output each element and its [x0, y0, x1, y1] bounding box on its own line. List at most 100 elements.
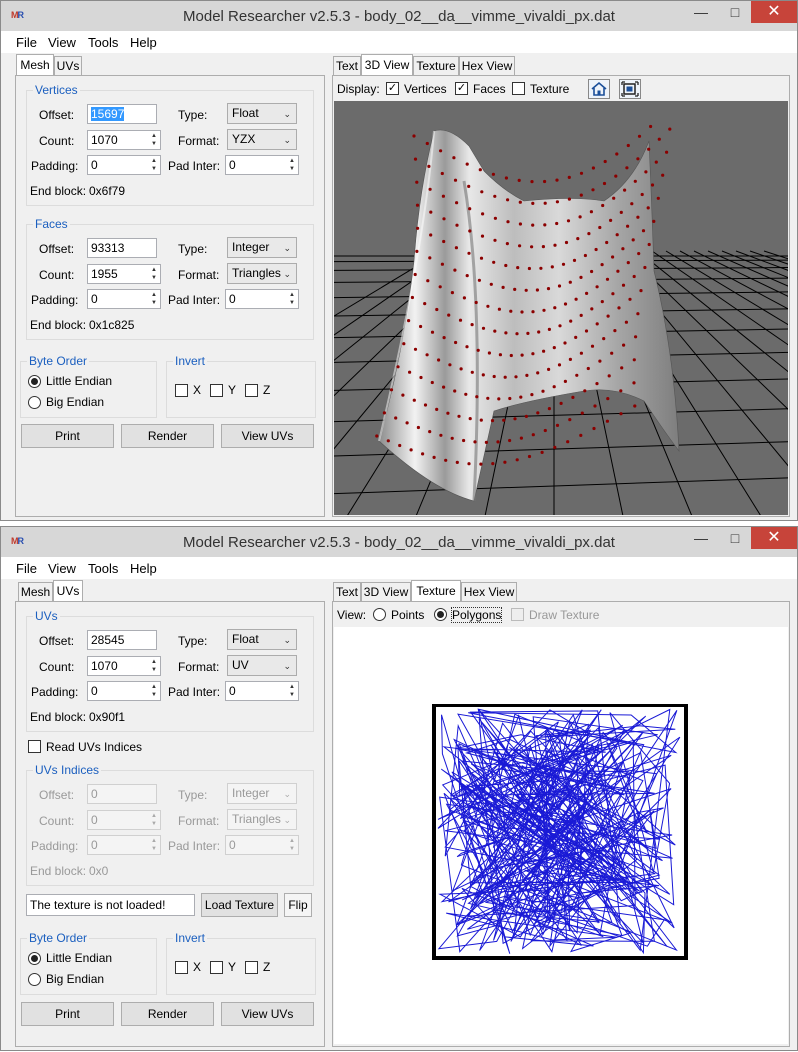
- view-uvs-button[interactable]: View UVs: [221, 424, 314, 448]
- home-icon[interactable]: [588, 79, 610, 99]
- big-endian-radio[interactable]: [28, 396, 41, 409]
- pad-inter-label: Pad Inter:: [168, 685, 221, 699]
- invert-x-checkbox[interactable]: [175, 384, 188, 397]
- uv-indices-padding-stepper[interactable]: 0 ▲ ▼: [87, 835, 161, 855]
- tab-uvs[interactable]: UVs: [54, 56, 82, 76]
- big-endian-radio[interactable]: [28, 973, 41, 986]
- uv-indices-pad-inter-stepper[interactable]: 0 ▲ ▼: [225, 835, 299, 855]
- spin-arrows-icon: ▲ ▼: [151, 133, 157, 147]
- show-vertices-checkbox[interactable]: ✓: [386, 82, 399, 95]
- vertices-pad-inter-stepper[interactable]: 0 ▲ ▼: [225, 155, 299, 175]
- points-label: Points: [391, 608, 425, 622]
- little-endian-radio[interactable]: [28, 952, 41, 965]
- tab-texture[interactable]: Texture: [411, 580, 461, 602]
- 3d-viewport[interactable]: [334, 101, 788, 515]
- tab-hex-view[interactable]: Hex View: [459, 56, 515, 76]
- uv-indices-label: UVs Indices: [33, 763, 102, 777]
- maximize-icon[interactable]: □: [719, 1, 751, 23]
- uv-indices-type-select[interactable]: Integer ⌄: [227, 783, 297, 804]
- vertices-format-select[interactable]: YZX ⌄: [227, 129, 297, 150]
- offset-label: Offset:: [39, 788, 75, 802]
- tab-mesh[interactable]: Mesh: [16, 54, 54, 76]
- faces-pad-inter-stepper[interactable]: 0 ▲ ▼: [225, 289, 299, 309]
- vertices-type-select[interactable]: Float ⌄: [227, 103, 297, 124]
- faces-count-stepper[interactable]: 1955 ▲ ▼: [87, 264, 161, 284]
- flip-button[interactable]: Flip: [284, 893, 312, 917]
- tab-uvs[interactable]: UVs: [53, 580, 83, 602]
- menu-view[interactable]: View: [48, 561, 76, 576]
- menu-tools[interactable]: Tools: [88, 561, 118, 576]
- tab-texture[interactable]: Texture: [413, 56, 459, 76]
- menu-bar: File View Tools Help: [1, 557, 797, 579]
- tab-3d-view[interactable]: 3D View: [361, 582, 411, 602]
- menu-help[interactable]: Help: [130, 561, 157, 576]
- polygons-radio[interactable]: [434, 608, 447, 621]
- invert-x-checkbox[interactable]: [175, 961, 188, 974]
- read-uvs-indices-checkbox[interactable]: [28, 740, 41, 753]
- show-faces-checkbox[interactable]: ✓: [455, 82, 468, 95]
- load-texture-button[interactable]: Load Texture: [201, 893, 278, 917]
- uv-canvas[interactable]: [334, 627, 788, 1044]
- uvs-padding-stepper[interactable]: 0 ▲ ▼: [87, 681, 161, 701]
- faces-type-select[interactable]: Integer ⌄: [227, 237, 297, 258]
- points-radio[interactable]: [373, 608, 386, 621]
- vertices-offset-input[interactable]: 15697: [87, 104, 157, 124]
- end-block-value: 0x0: [89, 864, 109, 878]
- print-button[interactable]: Print: [21, 424, 114, 448]
- maximize-icon[interactable]: □: [719, 527, 751, 549]
- spin-arrows-icon: ▲ ▼: [289, 292, 295, 306]
- window-title: Model Researcher v2.5.3 - body_02__da__v…: [183, 8, 615, 25]
- big-endian-label: Big Endian: [46, 972, 105, 986]
- tab-text[interactable]: Text: [333, 56, 361, 76]
- close-icon[interactable]: ✕: [751, 527, 797, 549]
- right-tabs: Text 3D View Texture Hex View: [333, 54, 533, 76]
- tab-mesh[interactable]: Mesh: [18, 582, 53, 602]
- uvs-format-select[interactable]: UV ⌄: [227, 655, 297, 676]
- uv-indices-offset-input[interactable]: 0: [87, 784, 157, 804]
- format-label: Format:: [178, 660, 220, 674]
- faces-padding-stepper[interactable]: 0 ▲ ▼: [87, 289, 161, 309]
- invert-y-checkbox[interactable]: [210, 961, 223, 974]
- menu-tools[interactable]: Tools: [88, 35, 118, 50]
- uvs-count-stepper[interactable]: 1070 ▲ ▼: [87, 656, 161, 676]
- minimize-icon[interactable]: —: [685, 527, 717, 549]
- print-button[interactable]: Print: [21, 1002, 114, 1026]
- menu-file[interactable]: File: [16, 35, 37, 50]
- fit-view-icon[interactable]: [619, 79, 641, 99]
- close-icon[interactable]: ✕: [751, 1, 797, 23]
- render-button[interactable]: Render: [121, 424, 214, 448]
- title-bar[interactable]: MR Model Researcher v2.5.3 - body_02__da…: [1, 1, 797, 31]
- faces-format-select[interactable]: Triangles ⌄: [227, 263, 297, 284]
- menu-file[interactable]: File: [16, 561, 37, 576]
- texture-status-field[interactable]: The texture is not loaded!: [26, 894, 195, 916]
- uvs-pad-inter-stepper[interactable]: 0 ▲ ▼: [225, 681, 299, 701]
- tab-text[interactable]: Text: [333, 582, 361, 602]
- tab-hex-view[interactable]: Hex View: [461, 582, 517, 602]
- uvs-offset-input[interactable]: 28545: [87, 630, 157, 650]
- vertices-padding-stepper[interactable]: 0 ▲ ▼: [87, 155, 161, 175]
- uv-indices-format-select[interactable]: Triangles ⌄: [227, 809, 297, 830]
- count-label: Count:: [39, 660, 75, 674]
- invert-z-checkbox[interactable]: [245, 961, 258, 974]
- menu-view[interactable]: View: [48, 35, 76, 50]
- render-button[interactable]: Render: [121, 1002, 214, 1026]
- vertices-count-stepper[interactable]: 1070 ▲ ▼: [87, 130, 161, 150]
- title-bar[interactable]: MR Model Researcher v2.5.3 - body_02__da…: [1, 527, 797, 557]
- faces-offset-input[interactable]: 93313: [87, 238, 157, 258]
- menu-help[interactable]: Help: [130, 35, 157, 50]
- minimize-icon[interactable]: —: [685, 1, 717, 23]
- count-label: Count:: [39, 268, 75, 282]
- faces-label: Faces: [33, 217, 70, 231]
- little-endian-radio[interactable]: [28, 375, 41, 388]
- draw-texture-checkbox[interactable]: [511, 608, 524, 621]
- tab-3d-view[interactable]: 3D View: [361, 54, 413, 76]
- invert-y-checkbox[interactable]: [210, 384, 223, 397]
- chevron-down-icon: ⌄: [283, 815, 291, 825]
- spin-arrows-icon: ▲ ▼: [151, 292, 157, 306]
- show-texture-checkbox[interactable]: [512, 82, 525, 95]
- view-uvs-button[interactable]: View UVs: [221, 1002, 314, 1026]
- offset-label: Offset:: [39, 242, 75, 256]
- uv-indices-count-stepper[interactable]: 0 ▲ ▼: [87, 810, 161, 830]
- uvs-type-select[interactable]: Float ⌄: [227, 629, 297, 650]
- invert-z-checkbox[interactable]: [245, 384, 258, 397]
